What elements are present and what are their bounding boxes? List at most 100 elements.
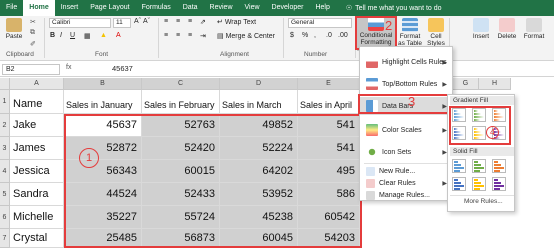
table-cell-name[interactable]: Michelle xyxy=(10,206,64,229)
step-3-marker: 3 xyxy=(408,94,416,109)
cell-styles-button[interactable]: Cell Styles xyxy=(425,18,447,47)
menu-item-manage-rules[interactable]: Manage Rules... xyxy=(360,190,452,201)
tab-file[interactable]: File xyxy=(0,0,23,16)
shrink-font-icon[interactable]: Aˇ xyxy=(143,18,150,25)
row-header-3[interactable]: 3 xyxy=(0,137,10,160)
tab-review[interactable]: Review xyxy=(204,0,239,16)
insert-cells-button[interactable]: Insert xyxy=(470,18,492,40)
row-header-4[interactable]: 4 xyxy=(0,160,10,183)
insert-label: Insert xyxy=(472,33,490,40)
tab-formulas[interactable]: Formulas xyxy=(136,0,177,16)
solid-data-bar-option[interactable] xyxy=(492,177,506,191)
align-left-icon[interactable]: ≡ xyxy=(164,32,168,39)
merge-center-button[interactable]: ▤ Merge & Center xyxy=(217,32,275,40)
delete-cells-button[interactable]: Delete xyxy=(496,18,518,40)
column-header-h[interactable]: H xyxy=(479,78,511,90)
manage-rules-icon xyxy=(366,191,375,200)
delete-label: Delete xyxy=(497,33,517,40)
table-cell-name[interactable]: Jake xyxy=(10,114,64,137)
header-cell-february[interactable]: Sales in February xyxy=(142,90,220,114)
orientation-icon[interactable]: ⇗ xyxy=(200,18,206,26)
row-header-6[interactable]: 6 xyxy=(0,206,10,229)
table-cell-name[interactable]: Sandra xyxy=(10,183,64,206)
table-cell-name[interactable]: Jessica xyxy=(10,160,64,183)
tell-me-box[interactable]: ☉ Tell me what you want to do xyxy=(346,4,442,13)
step-4-marker: 4 xyxy=(486,126,499,139)
row-header-1[interactable]: 1 xyxy=(0,90,10,114)
italic-button[interactable]: I xyxy=(60,32,62,39)
menu-item-new-rule[interactable]: New Rule... xyxy=(360,166,452,177)
align-top-icon[interactable]: ≡ xyxy=(164,18,168,25)
menu-item-highlight-cells[interactable]: Highlight Cells Rules ▶ xyxy=(360,53,452,71)
borders-icon[interactable]: ▦ xyxy=(84,32,91,40)
indent-icon[interactable]: ⇥ xyxy=(200,32,206,40)
solid-data-bar-option[interactable] xyxy=(452,159,466,173)
format-as-table-button[interactable]: Format as Table xyxy=(396,18,424,47)
format-painter-icon[interactable]: ✐ xyxy=(30,40,36,48)
align-center-icon[interactable]: ≡ xyxy=(176,32,180,39)
font-name-select[interactable]: Calibri xyxy=(49,18,111,28)
menu-item-label: Icon Sets xyxy=(382,148,412,156)
row-header-7[interactable]: 7 xyxy=(0,229,10,248)
number-format-select[interactable]: General xyxy=(288,18,352,28)
select-all-corner[interactable] xyxy=(0,78,10,90)
solid-data-bar-option[interactable] xyxy=(472,177,486,191)
tab-developer[interactable]: Developer xyxy=(266,0,310,16)
table-cell-name[interactable]: Crystal xyxy=(10,229,64,248)
align-middle-icon[interactable]: ≡ xyxy=(176,18,180,25)
solid-data-bar-option[interactable] xyxy=(452,177,466,191)
clear-rules-icon xyxy=(366,179,375,188)
fx-label[interactable]: fx xyxy=(66,64,71,71)
decrease-decimal-icon[interactable]: .00 xyxy=(338,32,348,39)
tab-home[interactable]: Home xyxy=(23,0,55,16)
underline-button[interactable]: U xyxy=(70,32,75,39)
header-cell-name[interactable]: Name xyxy=(10,90,64,114)
column-header-d[interactable]: D xyxy=(220,78,298,90)
highlight-cells-icon xyxy=(366,56,378,68)
tab-insert[interactable]: Insert xyxy=(55,0,85,16)
wrap-text-button[interactable]: ↵ Wrap Text xyxy=(217,18,256,26)
copy-icon[interactable]: ⧉ xyxy=(30,29,35,37)
align-right-icon[interactable]: ≡ xyxy=(188,32,192,39)
menu-item-top-bottom[interactable]: Top/Bottom Rules ▶ xyxy=(360,75,452,93)
solid-data-bar-option[interactable] xyxy=(472,159,486,173)
format-as-table-icon xyxy=(402,18,418,32)
tab-data[interactable]: Data xyxy=(177,0,204,16)
cut-icon[interactable]: ✂ xyxy=(30,18,36,26)
formula-input[interactable]: 45637 xyxy=(112,64,133,73)
tab-help[interactable]: Help xyxy=(309,0,335,16)
currency-button[interactable]: $ xyxy=(290,32,294,39)
format-cells-button[interactable]: Format xyxy=(522,18,546,40)
header-cell-april[interactable]: Sales in April xyxy=(298,90,360,114)
header-cell-january[interactable]: Sales in January xyxy=(64,90,142,114)
comma-style-icon[interactable]: , xyxy=(314,32,316,39)
fill-color-icon[interactable]: ▲ xyxy=(100,32,107,39)
menu-item-color-scales[interactable]: Color Scales ▶ xyxy=(360,121,452,139)
tab-page-layout[interactable]: Page Layout xyxy=(84,0,135,16)
row-header-5[interactable]: 5 xyxy=(0,183,10,206)
name-box[interactable]: B2 xyxy=(2,64,60,75)
menu-item-icon-sets[interactable]: Icon Sets ▶ xyxy=(360,143,452,161)
submenu-arrow-icon: ▶ xyxy=(442,81,447,88)
column-header-c[interactable]: C xyxy=(142,78,220,90)
header-cell-march[interactable]: Sales in March xyxy=(220,90,298,114)
solid-data-bar-option[interactable] xyxy=(492,159,506,173)
percent-button[interactable]: % xyxy=(302,32,308,39)
tab-view[interactable]: View xyxy=(239,0,266,16)
row-header-2[interactable]: 2 xyxy=(0,114,10,137)
grow-font-icon[interactable]: Aˆ xyxy=(134,18,141,25)
column-header-b[interactable]: B xyxy=(64,78,142,90)
paste-button[interactable]: Paste xyxy=(2,18,26,40)
menu-separator xyxy=(364,163,450,164)
column-header-a[interactable]: A xyxy=(10,78,64,90)
increase-decimal-icon[interactable]: .0 xyxy=(326,32,332,39)
font-color-icon[interactable]: A xyxy=(116,32,121,39)
align-bottom-icon[interactable]: ≡ xyxy=(188,18,192,25)
column-header-e[interactable]: E xyxy=(298,78,360,90)
more-rules-item[interactable]: More Rules... xyxy=(464,198,503,205)
table-cell-name[interactable]: James xyxy=(10,137,64,160)
font-size-select[interactable]: 11 xyxy=(113,18,131,28)
menu-item-clear-rules[interactable]: Clear Rules ▶ xyxy=(360,178,452,189)
bold-button[interactable]: B xyxy=(50,32,55,39)
column-header-g[interactable]: G xyxy=(453,78,479,90)
